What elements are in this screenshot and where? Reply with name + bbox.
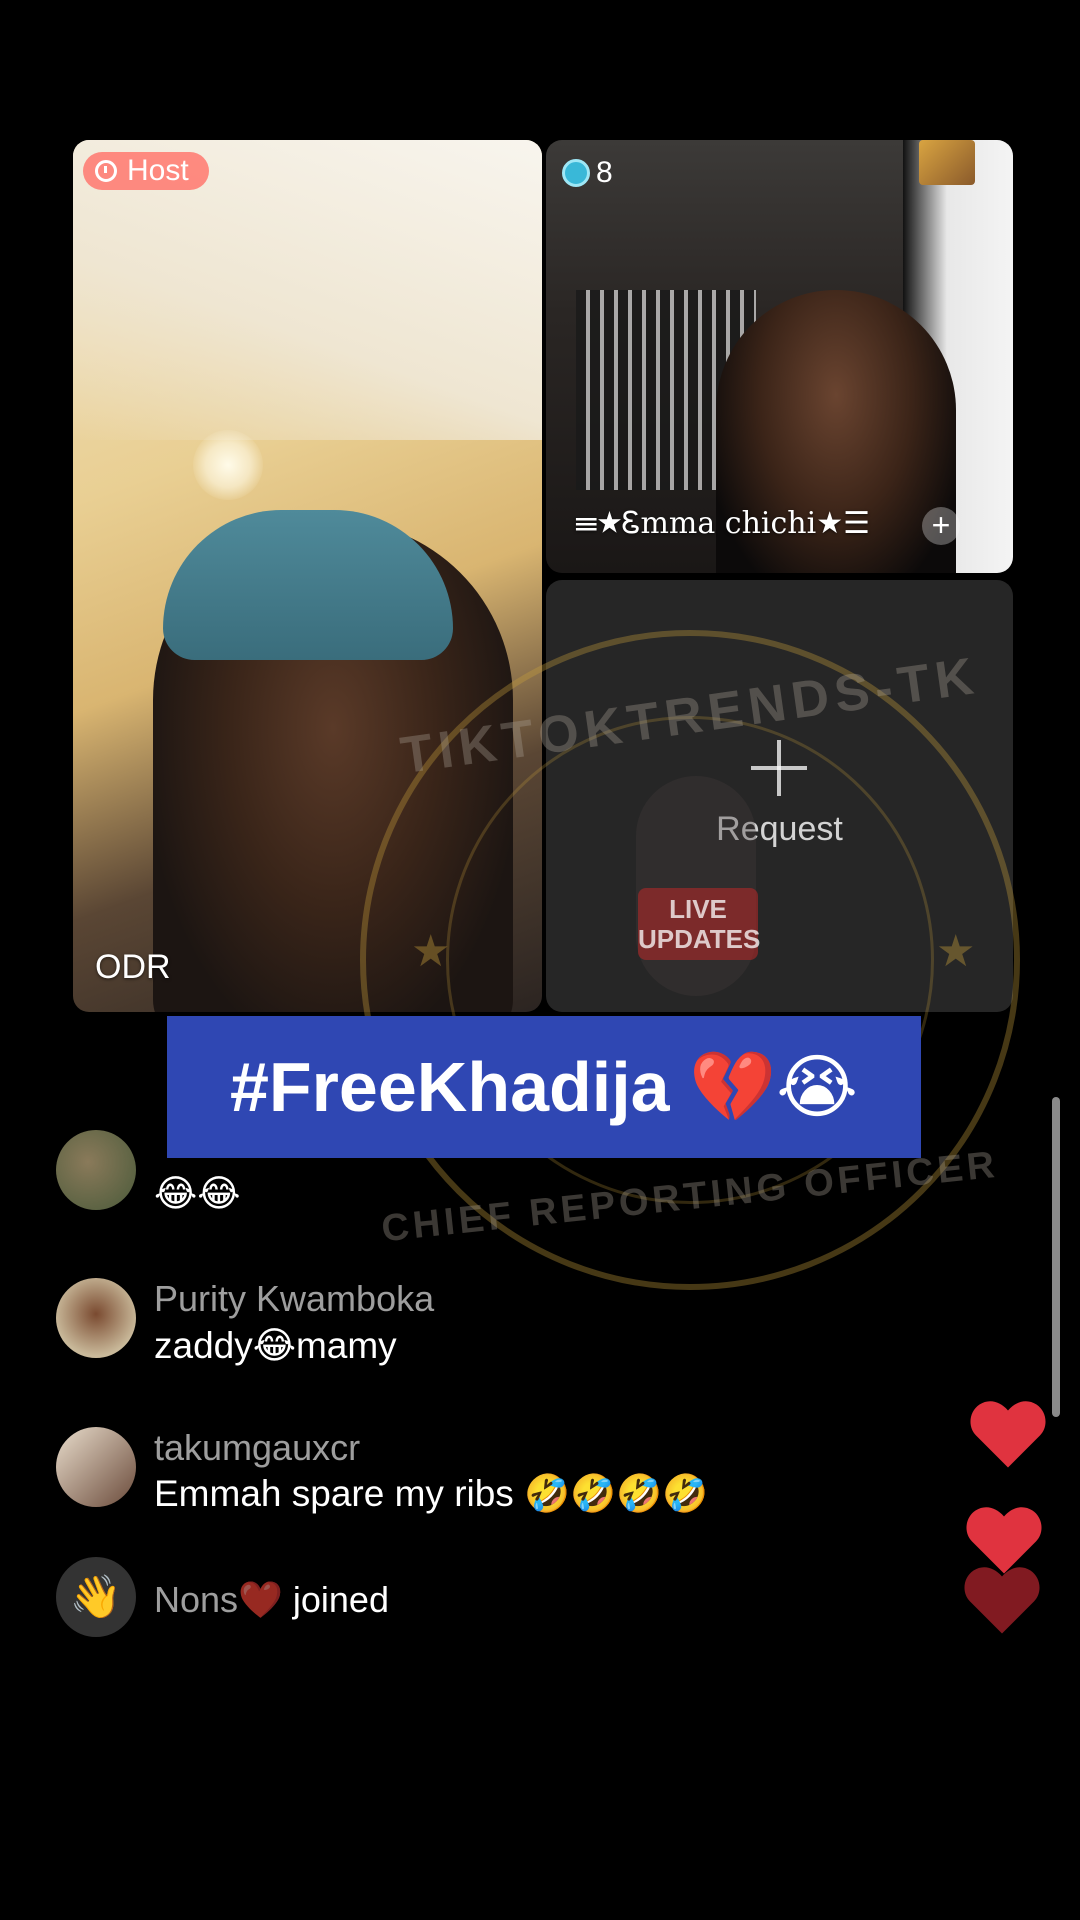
- chat-message[interactable]: takumgauxcr Emmah spare my ribs 🤣🤣🤣🤣: [56, 1427, 936, 1517]
- avatar[interactable]: [56, 1130, 136, 1210]
- heart-icon: [964, 1564, 1040, 1634]
- host-badge-label: Host: [127, 154, 189, 187]
- gem-icon: [562, 159, 590, 187]
- guest-gift-thumbnail: [919, 140, 975, 185]
- host-video-tile[interactable]: [73, 140, 542, 1012]
- chat-message[interactable]: Purity Kwamboka zaddy😂mamy: [56, 1278, 936, 1368]
- guest-viewer-count-value: 8: [596, 156, 613, 189]
- avatar[interactable]: [56, 1427, 136, 1507]
- chat-message-text: Emmah spare my ribs 🤣🤣🤣🤣: [154, 1473, 709, 1514]
- chat-message[interactable]: 😂😂: [56, 1130, 936, 1220]
- chat-message-text: 😂😂: [154, 1173, 241, 1214]
- heart-icon: [970, 1398, 1046, 1468]
- chat-username[interactable]: Purity Kwamboka: [154, 1278, 434, 1320]
- chat-scrollbar[interactable]: [1052, 1097, 1060, 1417]
- plus-icon[interactable]: [751, 740, 807, 796]
- follow-guest-plus-icon[interactable]: +: [922, 507, 960, 545]
- join-notification: 👋 Nons❤️ joined: [56, 1557, 936, 1647]
- request-label[interactable]: Request: [546, 810, 1013, 849]
- host-icon: [95, 160, 117, 182]
- request-slot[interactable]: [546, 580, 1013, 1012]
- host-video-cap: [163, 510, 453, 660]
- host-name: ODR: [95, 948, 171, 986]
- guest-viewer-count: 8: [562, 156, 613, 190]
- chat-message-text: zaddy😂mamy: [154, 1325, 397, 1366]
- avatar[interactable]: [56, 1278, 136, 1358]
- host-badge: Host: [83, 152, 209, 190]
- join-notification-text: Nons❤️ joined: [154, 1579, 389, 1621]
- waving-hand-icon: 👋: [56, 1557, 136, 1637]
- joined-label: joined: [292, 1579, 389, 1620]
- chat-username[interactable]: takumgauxcr: [154, 1427, 360, 1469]
- joined-username[interactable]: Nons❤️: [154, 1579, 283, 1620]
- guest-name[interactable]: ☰★Ꮛmma chichi★☰: [575, 506, 870, 541]
- ceiling-lamp: [193, 430, 263, 500]
